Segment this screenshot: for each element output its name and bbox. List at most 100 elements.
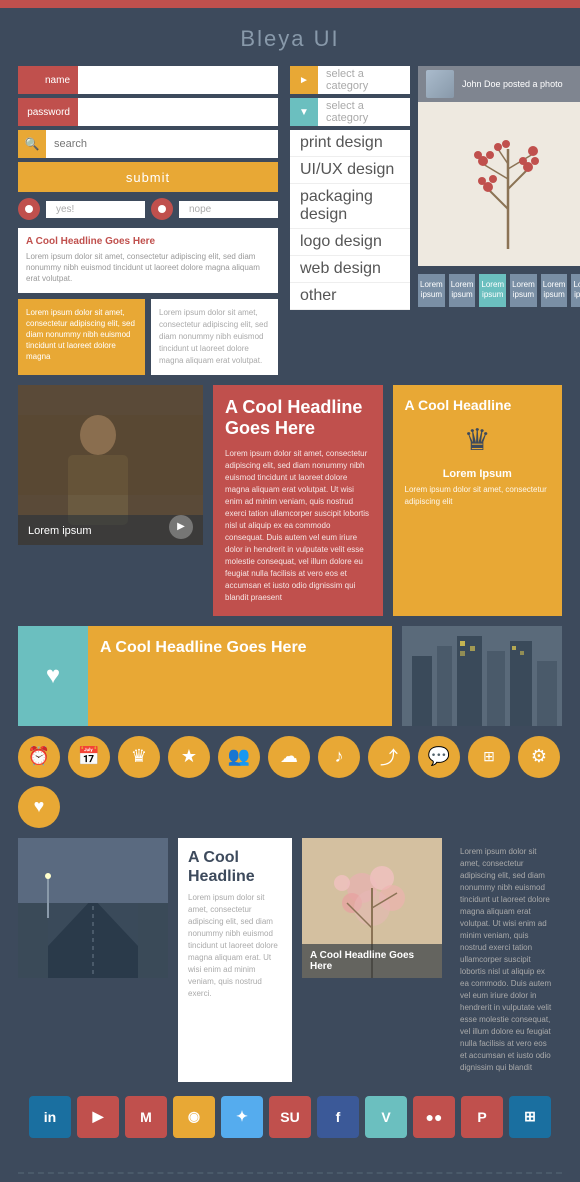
form-area: name password 🔍 submit — [18, 66, 278, 220]
gmail-icon[interactable]: M — [125, 1096, 167, 1138]
tag-icon-btn[interactable]: ⊞ — [468, 736, 510, 778]
crown-icon-btn[interactable]: ♛ — [118, 736, 160, 778]
cherry-headline: A Cool Headline Goes Here — [310, 950, 434, 972]
bottom-body-1: Lorem ipsum dolor sit amet, consectetur … — [188, 892, 282, 1000]
yellow-card-headline: A Cool Headline — [405, 397, 551, 413]
radio-row: yes! nope — [18, 198, 278, 220]
yellow-left-box: Lorem ipsum dolor sit amet, consectetur … — [18, 299, 145, 375]
stumbleupon-icon[interactable]: SU — [269, 1096, 311, 1138]
music-icon-btn[interactable]: ♪ — [318, 736, 360, 778]
photo-background: Lorem ipsum ▶ — [18, 385, 203, 545]
dropdown-item-4[interactable]: web design — [290, 256, 410, 283]
heart-icon-btn[interactable]: ♥ — [18, 786, 60, 828]
building-svg — [402, 626, 562, 726]
people-icon-btn[interactable]: 👥 — [218, 736, 260, 778]
gear-icon-btn[interactable]: ⚙ — [518, 736, 560, 778]
right-text-section: Lorem ipsum dolor sit amet, consectetur … — [452, 838, 562, 1082]
dropdown-item-0[interactable]: print design — [290, 130, 410, 157]
password-input[interactable] — [78, 98, 278, 126]
radio-btn-1[interactable] — [18, 198, 40, 220]
crown-icon-display: ♛ — [405, 423, 551, 458]
alarm-icon-btn[interactable]: ⏰ — [18, 736, 60, 778]
social-photo-section: John Doe posted a photo — [418, 66, 580, 310]
street-svg — [18, 838, 168, 978]
left-panel: name password 🔍 submit — [18, 66, 278, 375]
rss-icon[interactable]: ◉ — [173, 1096, 215, 1138]
name-input[interactable] — [78, 66, 278, 94]
heart-icon-display: ♥ — [46, 662, 60, 690]
dropdown-menu: print design UI/UX design packaging desi… — [290, 130, 410, 310]
footer-divider — [18, 1172, 562, 1174]
red-card-body: Lorem ipsum dolor sit amet, consectetur … — [225, 448, 371, 604]
text-card-body: Lorem ipsum dolor sit amet, consectetur … — [26, 251, 270, 285]
building-card — [402, 626, 562, 726]
teal-right-panel: A Cool Headline Goes Here — [88, 626, 392, 726]
wide-card-row: ♥ A Cool Headline Goes Here — [18, 626, 562, 726]
text-card: A Cool Headline Goes Here Lorem ipsum do… — [18, 228, 278, 293]
street-photo-bg — [18, 838, 168, 978]
star-icon-btn[interactable]: ★ — [168, 736, 210, 778]
dropdown-item-2[interactable]: packaging design — [290, 184, 410, 229]
building-background — [402, 626, 562, 726]
radio-btn-2[interactable] — [151, 198, 173, 220]
share-icon-btn[interactable]: ⤴ — [368, 736, 410, 778]
twitter-icon[interactable]: ✦ — [221, 1096, 263, 1138]
tab-item-2[interactable]: Loremipsum — [479, 274, 506, 307]
search-input[interactable] — [46, 130, 278, 158]
avatar-img — [426, 70, 454, 98]
linkedin-icon[interactable]: in — [29, 1096, 71, 1138]
social-card: John Doe posted a photo — [418, 66, 580, 266]
select-text-2: select a category — [318, 100, 410, 124]
header-bar — [0, 0, 580, 8]
cloud-icon-btn[interactable]: ☁ — [268, 736, 310, 778]
white-text-card: Lorem ipsum dolor sit amet, consectetur … — [151, 299, 278, 375]
submit-button[interactable]: submit — [18, 162, 278, 192]
cherry-overlay: A Cool Headline Goes Here — [302, 944, 442, 978]
page-title: Bleya UI — [0, 8, 580, 66]
yellow-left-text: Lorem ipsum dolor sit amet, consectetur … — [26, 307, 137, 363]
right-panel: ► select a category ▼ select a category … — [290, 66, 580, 375]
main-content: name password 🔍 submit — [0, 66, 580, 1158]
tab-item-0[interactable]: Loremipsum — [418, 274, 445, 307]
youtube-icon[interactable]: ▶ — [77, 1096, 119, 1138]
password-row: password — [18, 98, 278, 126]
right-text-content: Lorem ipsum dolor sit amet, consectetur … — [460, 846, 554, 1074]
name-label: name — [18, 66, 78, 94]
social-card-user: John Doe posted a photo — [462, 79, 563, 89]
flickr-icon[interactable]: ●● — [413, 1096, 455, 1138]
photo-label: Lorem ipsum — [28, 525, 92, 537]
facebook-icon[interactable]: f — [317, 1096, 359, 1138]
dropdown-item-3[interactable]: logo design — [290, 229, 410, 256]
vimeo-icon[interactable]: V — [365, 1096, 407, 1138]
tab-item-1[interactable]: Loremipsum — [449, 274, 476, 307]
bottom-headline-1: A Cool Headline — [188, 848, 282, 886]
calendar-icon-btn[interactable]: 📅 — [68, 736, 110, 778]
photo-card: Lorem ipsum ▶ — [18, 385, 203, 616]
flower-svg — [438, 109, 578, 259]
cherry-bg: A Cool Headline Goes Here — [302, 838, 442, 978]
search-row: 🔍 — [18, 130, 278, 158]
tab-item-5[interactable]: Loremipsum — [571, 274, 580, 307]
play-button[interactable]: ▶ — [169, 515, 193, 539]
teal-left-panel: ♥ — [18, 626, 88, 726]
white-box-text: Lorem ipsum dolor sit amet, consectetur … — [159, 307, 270, 367]
tab-item-3[interactable]: Loremipsum — [510, 274, 537, 307]
radio-inner-1 — [25, 205, 33, 213]
radio-label-1: yes! — [46, 201, 145, 218]
social-card-header: John Doe posted a photo — [418, 66, 580, 102]
tab-item-4[interactable]: Loremipsum — [541, 274, 568, 307]
name-row: name — [18, 66, 278, 94]
chat-icon-btn[interactable]: 💬 — [418, 736, 460, 778]
select-icon-2: ▼ — [290, 98, 318, 126]
delicious-icon[interactable]: ⊞ — [509, 1096, 551, 1138]
pinterest-icon[interactable]: P — [461, 1096, 503, 1138]
dropdown-item-1[interactable]: UI/UX design — [290, 157, 410, 184]
text-card-headline: A Cool Headline Goes Here — [26, 236, 270, 247]
top-section: name password 🔍 submit — [18, 66, 562, 375]
dropdown-section: ► select a category ▼ select a category … — [290, 66, 410, 310]
radio-label-2: nope — [179, 201, 278, 218]
yellow-card: A Cool Headline ♛ Lorem Ipsum Lorem ipsu… — [393, 385, 563, 616]
select-text-1: select a category — [318, 68, 410, 92]
dropdown-item-5[interactable]: other — [290, 283, 410, 310]
yellow-card-sub: Lorem Ipsum — [405, 468, 551, 480]
